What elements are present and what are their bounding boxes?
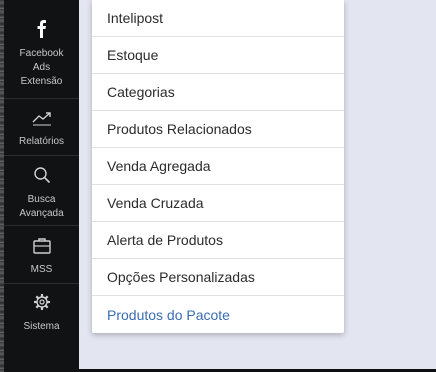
sidebar-item-label: Facebook Ads Extensão bbox=[19, 48, 64, 87]
sidebar-divider bbox=[4, 155, 79, 156]
sidebar-item-label: MSS bbox=[30, 264, 53, 275]
menu-item-opcoes-personalizadas[interactable]: Opções Personalizadas bbox=[92, 259, 344, 296]
menu-item-produtos-relacionados[interactable]: Produtos Relacionados bbox=[92, 111, 344, 148]
menu-item-venda-cruzada[interactable]: Venda Cruzada bbox=[92, 185, 344, 222]
menu-item-intelipost[interactable]: Intelipost bbox=[92, 0, 344, 37]
sidebar-item-label: Relatórios bbox=[18, 136, 65, 147]
gear-icon bbox=[33, 293, 51, 316]
trending-up-icon bbox=[32, 110, 52, 131]
sidebar-divider bbox=[4, 225, 79, 226]
sidebar-item-relatorios[interactable]: Relatórios bbox=[4, 110, 79, 149]
sidebar-item-busca-avancada[interactable]: Busca Avançada bbox=[4, 166, 79, 221]
sidebar-item-facebook-ads[interactable]: Facebook Ads Extensão bbox=[4, 20, 79, 89]
menu-item-venda-agregada[interactable]: Venda Agregada bbox=[92, 148, 344, 185]
sidebar-divider bbox=[4, 98, 79, 99]
menu-item-estoque[interactable]: Estoque bbox=[92, 37, 344, 74]
sidebar-item-mss[interactable]: MSS bbox=[4, 237, 79, 277]
facebook-icon bbox=[35, 20, 49, 43]
dropdown-menu: Intelipost Estoque Categorias Produtos R… bbox=[92, 0, 344, 333]
menu-item-produtos-do-pacote[interactable]: Produtos do Pacote bbox=[92, 296, 344, 333]
briefcase-icon bbox=[32, 237, 51, 259]
sidebar-divider bbox=[4, 283, 79, 284]
search-icon bbox=[33, 166, 51, 189]
menu-item-categorias[interactable]: Categorias bbox=[92, 74, 344, 111]
menu-item-alerta-de-produtos[interactable]: Alerta de Produtos bbox=[92, 222, 344, 259]
sidebar-item-label: Sistema bbox=[23, 321, 60, 332]
sidebar-item-sistema[interactable]: Sistema bbox=[4, 293, 79, 334]
sidebar: Facebook Ads Extensão Relatórios Busca A… bbox=[4, 0, 79, 372]
sidebar-item-label: Busca Avançada bbox=[19, 194, 64, 219]
